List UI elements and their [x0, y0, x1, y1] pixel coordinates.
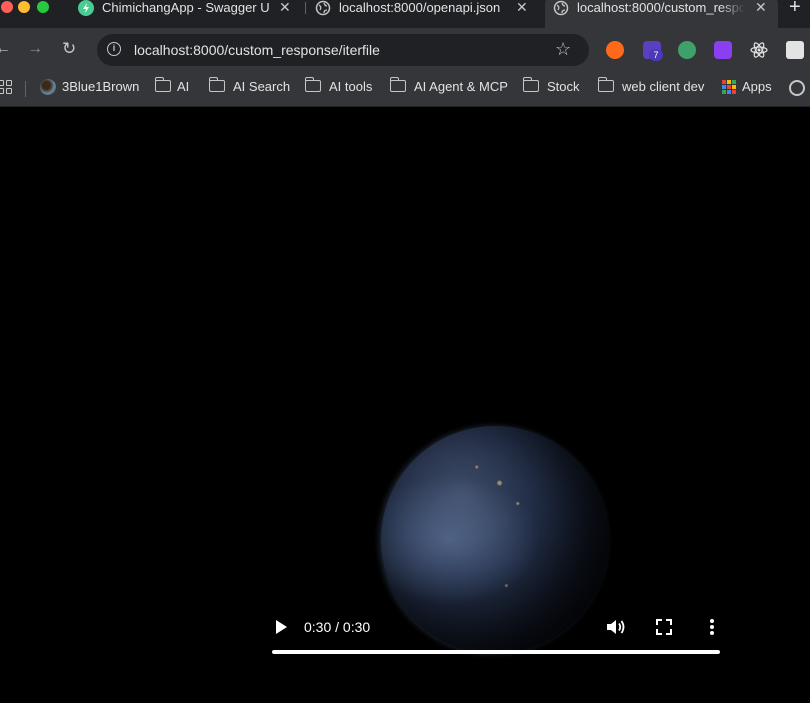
- site-info-icon[interactable]: i: [107, 42, 121, 56]
- video-progress-fill: [272, 650, 720, 654]
- brave-lion-icon[interactable]: [606, 41, 624, 59]
- fullscreen-icon[interactable]: [654, 617, 674, 637]
- tab-openapi-json[interactable]: localhost:8000/openapi.json ✕: [315, 0, 533, 28]
- folder-icon: [389, 77, 406, 92]
- minimize-window-button[interactable]: [18, 1, 30, 13]
- bookmark-label: web client dev: [622, 79, 705, 94]
- bookmark-label: AI Search: [233, 79, 291, 94]
- tabs-extension-icon[interactable]: 7: [643, 41, 663, 61]
- bookmark-label: Apps: [742, 79, 772, 94]
- more-options-icon[interactable]: [703, 617, 721, 637]
- folder-icon: [597, 77, 614, 92]
- tab-title: ChimichangApp - Swagger UI: [102, 0, 270, 15]
- bookmarks-separator: [25, 81, 26, 97]
- tab-close-icon[interactable]: ✕: [755, 0, 767, 15]
- browser-toolbar: ← → ↻ i localhost:8000/custom_response/i…: [0, 28, 810, 73]
- folder-icon: [208, 77, 225, 92]
- folder-icon: [154, 77, 171, 92]
- 3blue1brown-logo-icon: [40, 79, 56, 95]
- bookmark-label: AI tools: [329, 79, 373, 94]
- bookmark-star-icon[interactable]: ☆: [555, 39, 571, 60]
- bookmark-label: 3Blue1Brown: [62, 79, 140, 94]
- bookmarks-bar: 3Blue1Brown AI AI Search AI tools AI Age…: [0, 73, 810, 107]
- folder-icon: [522, 77, 539, 92]
- tab-close-icon[interactable]: ✕: [279, 0, 291, 15]
- play-icon[interactable]: [273, 618, 289, 636]
- puzzle-extension-icon[interactable]: [786, 41, 804, 59]
- globe-favicon-icon: [553, 0, 569, 16]
- globe-favicon-icon: [315, 0, 331, 16]
- forward-button[interactable]: →: [27, 40, 43, 58]
- back-button[interactable]: ←: [0, 40, 11, 58]
- bookmark-label: Stock: [547, 79, 580, 94]
- bookmark-label: AI Agent & MCP: [414, 79, 508, 94]
- tab-separator: [305, 2, 306, 14]
- globe-icon[interactable]: [789, 80, 805, 96]
- url-text[interactable]: localhost:8000/custom_response/iterfile: [134, 42, 380, 58]
- apps-dots-icon: [722, 80, 736, 94]
- tab-strip: ChimichangApp - Swagger UI ✕ localhost:8…: [0, 0, 810, 28]
- robot-extension-icon[interactable]: [678, 41, 696, 59]
- tab-swagger-ui[interactable]: ChimichangApp - Swagger UI ✕: [78, 0, 300, 28]
- page-content: 0:30 / 0:30: [0, 108, 810, 703]
- video-controls: 0:30 / 0:30: [265, 608, 727, 660]
- tab-iterfile-active[interactable]: localhost:8000/custom_response/iterfile …: [545, 0, 778, 28]
- video-player[interactable]: 0:30 / 0:30: [0, 108, 810, 703]
- reload-button[interactable]: ↻: [62, 40, 76, 58]
- react-devtools-icon[interactable]: [750, 41, 768, 59]
- close-window-button[interactable]: [1, 1, 13, 13]
- time-display: 0:30 / 0:30: [304, 619, 371, 635]
- new-tab-button[interactable]: +: [789, 0, 801, 17]
- apps-grid-icon[interactable]: [0, 80, 12, 94]
- purple-extension-icon[interactable]: [714, 41, 732, 59]
- extension-badge: 7: [649, 49, 663, 61]
- tab-title: localhost:8000/custom_response/iterfile: [577, 0, 745, 15]
- folder-icon: [304, 77, 321, 92]
- address-bar[interactable]: i localhost:8000/custom_response/iterfil…: [97, 34, 589, 66]
- tab-title: localhost:8000/openapi.json: [339, 0, 501, 15]
- bookmark-label: AI: [177, 79, 190, 94]
- tab-close-icon[interactable]: ✕: [516, 0, 528, 15]
- volume-icon[interactable]: [605, 617, 627, 637]
- video-progress-track[interactable]: [272, 650, 720, 654]
- maximize-window-button[interactable]: [37, 1, 49, 13]
- swagger-favicon-icon: [78, 0, 94, 16]
